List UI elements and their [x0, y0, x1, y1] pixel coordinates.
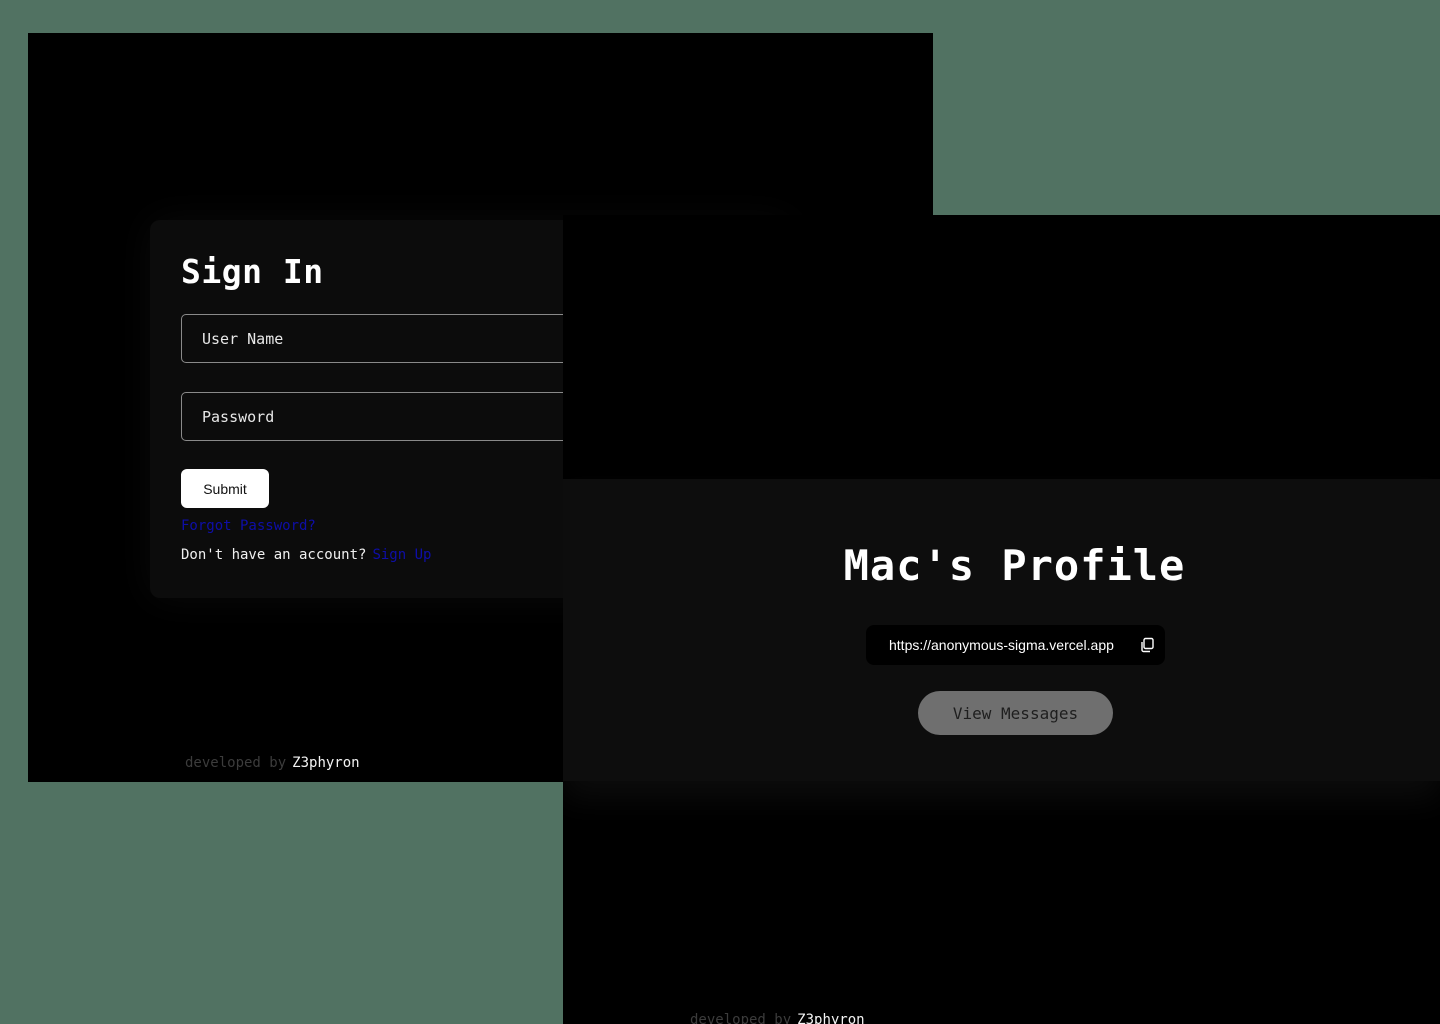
copy-icon[interactable]: [1139, 637, 1155, 653]
signin-footer: developed by Z3phyron: [185, 755, 360, 771]
profile-panel: Mac's Profile https://anonymous-sigma.ve…: [563, 479, 1440, 781]
signup-prompt: Don't have an account? Sign Up: [181, 547, 431, 563]
profile-link-text: https://anonymous-sigma.vercel.app: [889, 637, 1114, 653]
profile-title: Mac's Profile: [843, 541, 1186, 590]
profile-screen: Mac's Profile https://anonymous-sigma.ve…: [563, 215, 1440, 1024]
footer-author-link[interactable]: Z3phyron: [797, 1012, 864, 1024]
signup-link[interactable]: Sign Up: [372, 547, 431, 563]
submit-button[interactable]: Submit: [181, 469, 269, 508]
view-messages-button[interactable]: View Messages: [918, 691, 1113, 735]
signin-title: Sign In: [181, 252, 324, 291]
profile-link-box: https://anonymous-sigma.vercel.app: [866, 625, 1165, 665]
profile-footer: developed by Z3phyron: [690, 1012, 865, 1024]
footer-author-link[interactable]: Z3phyron: [292, 755, 359, 771]
no-account-text: Don't have an account?: [181, 547, 367, 563]
forgot-password-link[interactable]: Forgot Password?: [181, 518, 316, 534]
footer-prefix: developed by: [185, 755, 287, 771]
footer-prefix: developed by: [690, 1012, 792, 1024]
